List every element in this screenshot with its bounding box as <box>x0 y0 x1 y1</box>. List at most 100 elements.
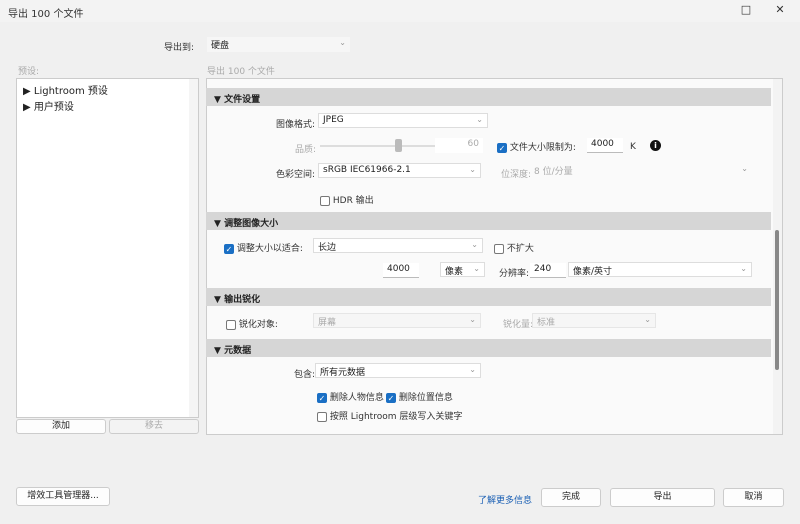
scrollbar-thumb[interactable] <box>775 230 779 370</box>
presets-label: 预设: <box>18 67 40 77</box>
checkbox-checked-icon: ✓ <box>224 243 234 254</box>
checkbox-icon <box>494 243 504 254</box>
chevron-down-icon: ⌄ <box>469 315 476 324</box>
plugin-manager-button[interactable]: 增效工具管理器... <box>16 487 110 506</box>
checkbox-checked-icon: ✓ <box>497 142 507 153</box>
colorspace-value: sRGB IEC61966-2.1 <box>323 165 411 175</box>
collapse-icon: ▼ <box>214 346 225 356</box>
hdr-checkbox[interactable]: HDR 输出 <box>320 193 374 206</box>
collapse-icon: ▼ <box>214 295 225 305</box>
format-select[interactable]: JPEG ⌄ <box>318 113 488 128</box>
info-icon[interactable]: i <box>650 140 661 151</box>
no-enlarge-checkbox[interactable]: 不扩大 <box>494 241 534 254</box>
quality-slider-thumb[interactable] <box>395 139 402 152</box>
chevron-down-icon: ⌄ <box>644 315 651 324</box>
sharpen-amount-label: 锐化量: <box>503 320 534 330</box>
remove-preset-button[interactable]: 移去 <box>109 419 199 434</box>
hdr-label: HDR 输出 <box>332 196 374 206</box>
keywords-checkbox[interactable]: 按照 Lightroom 层级写入关键字 <box>317 409 462 422</box>
remove-person-checkbox[interactable]: ✓ 删除人物信息 <box>317 390 384 403</box>
maximize-icon[interactable]: □ <box>736 3 756 16</box>
limit-size-checkbox[interactable]: ✓ 文件大小限制为: <box>497 140 576 153</box>
resolution-input[interactable]: 240 <box>530 263 566 278</box>
quality-label: 品质: <box>295 145 317 155</box>
chevron-down-icon: ⌄ <box>469 165 476 174</box>
title-bar <box>0 0 800 22</box>
settings-panel <box>206 78 783 435</box>
checkbox-icon <box>320 195 330 206</box>
export-to-select[interactable]: 硬盘 ⌄ <box>207 37 350 52</box>
res-unit-value: 像素/英寸 <box>573 267 613 277</box>
checkbox-icon <box>317 411 327 422</box>
resolution-label: 分辨率: <box>499 269 530 279</box>
window-title: 导出 100 个文件 <box>8 9 84 20</box>
chevron-down-icon: ⌄ <box>476 115 483 124</box>
unit-value: 像素 <box>445 267 464 277</box>
add-preset-button[interactable]: 添加 <box>16 419 106 434</box>
limit-unit: K <box>630 142 636 152</box>
include-label: 包含: <box>294 370 316 380</box>
size-input[interactable]: 4000 <box>383 263 419 278</box>
export-button[interactable]: 导出 <box>610 488 715 507</box>
checkbox-checked-icon: ✓ <box>386 392 396 403</box>
export-subtitle: 导出 100 个文件 <box>207 67 275 77</box>
no-enlarge-label: 不扩大 <box>506 244 534 254</box>
export-to-label: 导出到: <box>164 43 195 53</box>
size-unit-select[interactable]: 像素 ⌄ <box>440 262 485 277</box>
section-title: 输出锐化 <box>224 295 261 305</box>
collapse-icon: ▼ <box>214 219 225 229</box>
section-resize[interactable]: ▼ 调整图像大小 <box>206 212 771 230</box>
preset-label: 用户预设 <box>33 102 74 113</box>
expand-icon: ▶ <box>23 102 34 113</box>
resize-to-fit-checkbox[interactable]: ✓ 调整大小以适合: <box>224 241 303 254</box>
remove-location-checkbox[interactable]: ✓ 删除位置信息 <box>386 390 453 403</box>
preset-item-user[interactable]: ▶ 用户预设 <box>23 98 74 113</box>
checkbox-checked-icon: ✓ <box>317 392 327 403</box>
section-title: 文件设置 <box>224 95 261 105</box>
quality-slider[interactable] <box>320 145 450 147</box>
chevron-down-icon: ⌄ <box>471 240 478 249</box>
presets-scrollbar[interactable] <box>189 79 198 417</box>
section-title: 调整图像大小 <box>224 219 279 229</box>
expand-icon: ▶ <box>23 86 34 97</box>
learn-more-link[interactable]: 了解更多信息 <box>478 493 532 506</box>
chevron-down-icon: ⌄ <box>339 38 346 47</box>
target-value: 屏幕 <box>318 318 337 328</box>
bitdepth-label: 位深度: <box>501 170 532 180</box>
collapse-icon: ▼ <box>214 95 225 105</box>
remove-location-label: 删除位置信息 <box>398 393 453 403</box>
resolution-unit-select[interactable]: 像素/英寸 ⌄ <box>568 262 752 277</box>
preset-item-lightroom[interactable]: ▶ Lightroom 预设 <box>23 82 108 97</box>
colorspace-label: 色彩空间: <box>276 170 316 180</box>
sharpen-checkbox[interactable]: 锐化对象: <box>226 317 278 330</box>
sharpen-target-select[interactable]: 屏幕 ⌄ <box>313 313 481 328</box>
presets-list: ▶ Lightroom 预设 ▶ 用户预设 <box>16 78 199 418</box>
cancel-button[interactable]: 取消 <box>723 488 784 507</box>
section-title: 元数据 <box>224 346 252 356</box>
section-sharpening[interactable]: ▼ 输出锐化 <box>206 288 771 306</box>
section-metadata[interactable]: ▼ 元数据 <box>206 339 771 357</box>
resize-label: 调整大小以适合: <box>236 244 303 254</box>
bitdepth-select[interactable]: 8 位/分量 ⌄ <box>530 163 752 178</box>
resize-fit-select[interactable]: 长边 ⌄ <box>313 238 483 253</box>
sharpen-amount-select[interactable]: 标准 ⌄ <box>532 313 656 328</box>
quality-input[interactable]: 60 <box>435 138 483 153</box>
done-button[interactable]: 完成 <box>541 488 601 507</box>
include-select[interactable]: 所有元数据 ⌄ <box>315 363 481 378</box>
limit-size-label: 文件大小限制为: <box>509 143 576 153</box>
format-label: 图像格式: <box>276 120 316 130</box>
colorspace-select[interactable]: sRGB IEC61966-2.1 ⌄ <box>318 163 481 178</box>
bitdepth-value: 8 位/分量 <box>534 167 573 177</box>
section-file-settings[interactable]: ▼ 文件设置 <box>206 88 771 106</box>
keywords-label: 按照 Lightroom 层级写入关键字 <box>329 412 463 422</box>
include-value: 所有元数据 <box>320 368 366 378</box>
export-to-value: 硬盘 <box>211 41 230 51</box>
chevron-down-icon: ⌄ <box>473 264 480 273</box>
remove-person-label: 删除人物信息 <box>329 393 384 403</box>
close-icon[interactable]: ✕ <box>770 3 790 16</box>
chevron-down-icon: ⌄ <box>469 365 476 374</box>
chevron-down-icon: ⌄ <box>741 164 748 173</box>
limit-size-input[interactable]: 4000 <box>587 138 623 153</box>
fit-value: 长边 <box>318 243 337 253</box>
sharpen-label: 锐化对象: <box>238 320 278 330</box>
